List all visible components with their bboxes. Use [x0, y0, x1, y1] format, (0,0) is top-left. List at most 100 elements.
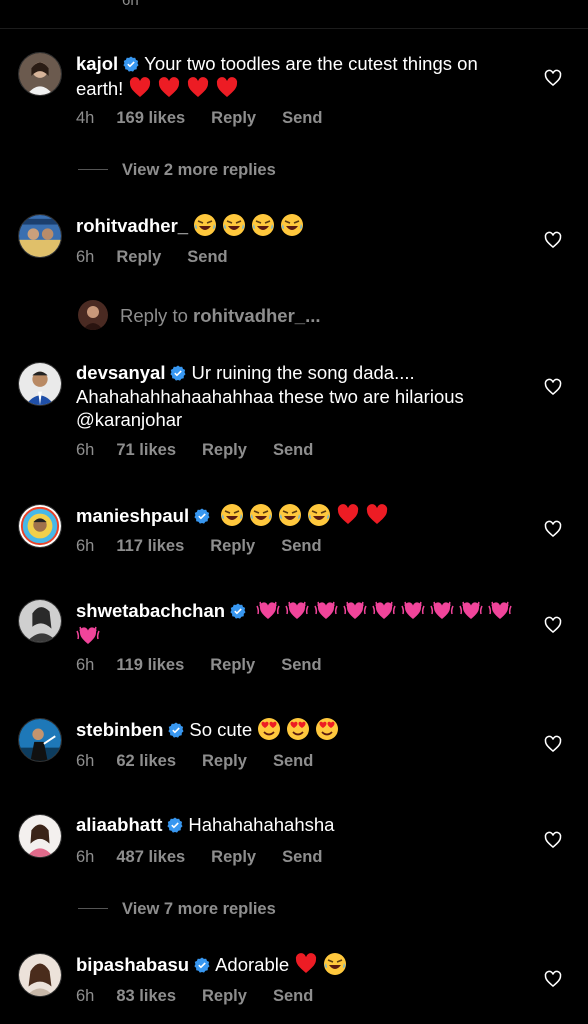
username[interactable]: stebinben: [76, 719, 163, 740]
send-button[interactable]: Send: [282, 848, 322, 866]
laughing-emoji-icon: [193, 213, 217, 237]
view-more-replies-button[interactable]: View 2 more replies: [78, 161, 276, 180]
comment-meta: 6h 117 likes Reply Send: [76, 537, 348, 556]
heart-emoji-icon: [336, 503, 360, 527]
comment-text: Hahahahahahsha: [188, 814, 335, 835]
username[interactable]: aliaabhatt: [76, 814, 162, 835]
growing-heart-emoji-icon: [488, 598, 512, 622]
send-button[interactable]: Send: [281, 537, 321, 555]
growing-heart-emoji-icon: [401, 598, 425, 622]
like-heart-icon[interactable]: [543, 519, 563, 539]
reply-button[interactable]: Reply: [202, 441, 247, 459]
growing-heart-emoji-icon: [343, 598, 367, 622]
comment-time: 6h: [76, 987, 95, 1005]
comment-body: bipashabasu Adorable: [76, 952, 526, 977]
likes-count[interactable]: 119 likes: [116, 656, 184, 674]
growing-heart-emoji-icon: [285, 598, 309, 622]
like-heart-icon[interactable]: [543, 734, 563, 754]
heart-emoji-icon: [128, 76, 152, 100]
send-button[interactable]: Send: [273, 441, 313, 459]
send-button[interactable]: Send: [282, 109, 322, 127]
comment-body: manieshpaul: [76, 503, 526, 528]
send-button[interactable]: Send: [273, 752, 313, 770]
comment-time: 6h: [76, 848, 95, 866]
avatar[interactable]: [18, 362, 62, 406]
username[interactable]: shwetabachchan: [76, 600, 225, 621]
comment-meta: 6h 71 likes Reply Send: [76, 441, 339, 460]
growing-heart-emoji-icon: [459, 598, 483, 622]
like-heart-icon[interactable]: [543, 68, 563, 88]
like-heart-icon[interactable]: [543, 969, 563, 989]
comment-time: 6h: [76, 537, 95, 555]
like-heart-icon[interactable]: [543, 230, 563, 250]
reply-button[interactable]: Reply: [210, 656, 255, 674]
growing-heart-emoji-icon: [256, 598, 280, 622]
laughing-emoji-icon: [323, 952, 347, 976]
growing-heart-emoji-icon: [76, 623, 100, 647]
verified-badge-icon: [168, 722, 184, 738]
like-heart-icon[interactable]: [543, 830, 563, 850]
heart-emoji-icon: [186, 76, 210, 100]
comment-meta: 6h 119 likes Reply Send: [76, 656, 348, 675]
comment-time: 6h: [76, 752, 95, 770]
verified-badge-icon: [194, 508, 210, 524]
username[interactable]: bipashabasu: [76, 954, 189, 975]
comment-meta: 6h 487 likes Reply Send: [76, 848, 348, 867]
likes-count[interactable]: 117 likes: [116, 537, 184, 555]
laughing-emoji-icon: [307, 503, 331, 527]
likes-count[interactable]: 169 likes: [116, 109, 185, 127]
previous-comment-time: 6h: [122, 0, 139, 9]
laughing-emoji-icon: [251, 213, 275, 237]
username[interactable]: devsanyal: [76, 362, 165, 383]
reply-button[interactable]: Reply: [202, 752, 247, 770]
comment-time: 6h: [76, 248, 95, 266]
verified-badge-icon: [194, 957, 210, 973]
username[interactable]: rohitvadher_: [76, 215, 188, 236]
reply-button[interactable]: Reply: [211, 109, 256, 127]
username[interactable]: manieshpaul: [76, 505, 189, 526]
reply-button[interactable]: Reply: [211, 848, 256, 866]
comment-body: kajol Your two toodles are the cutest thi…: [76, 52, 526, 100]
view-more-replies-button[interactable]: View 7 more replies: [78, 900, 276, 919]
growing-heart-emoji-icon: [430, 598, 454, 622]
heart-eyes-emoji-icon: [257, 717, 281, 741]
avatar[interactable]: [18, 504, 62, 548]
avatar[interactable]: [18, 214, 62, 258]
heart-emoji-icon: [365, 503, 389, 527]
likes-count[interactable]: 71 likes: [116, 441, 176, 459]
heart-emoji-icon: [215, 76, 239, 100]
username[interactable]: kajol: [76, 53, 118, 74]
avatar[interactable]: [18, 52, 62, 96]
comment-body: devsanyal Ur ruining the song dada.... Ah…: [76, 361, 526, 432]
heart-emoji-icon: [294, 952, 318, 976]
reply-to-prefix: Reply to: [120, 305, 188, 326]
verified-badge-icon: [167, 817, 183, 833]
laughing-emoji-icon: [220, 503, 244, 527]
avatar[interactable]: [18, 814, 62, 858]
send-button[interactable]: Send: [281, 656, 321, 674]
comment-body: aliaabhatt Hahahahahahsha: [76, 813, 526, 837]
like-heart-icon[interactable]: [543, 377, 563, 397]
top-divider: [0, 28, 588, 29]
comment-meta: 4h 169 likes Reply Send: [76, 109, 348, 128]
heart-emoji-icon: [157, 76, 181, 100]
like-heart-icon[interactable]: [543, 615, 563, 635]
comment-body: rohitvadher_: [76, 213, 526, 238]
growing-heart-emoji-icon: [372, 598, 396, 622]
send-button[interactable]: Send: [187, 248, 227, 266]
avatar[interactable]: [18, 953, 62, 997]
comment-text: So cute: [189, 719, 253, 740]
avatar[interactable]: [18, 718, 62, 762]
likes-count[interactable]: 487 likes: [116, 848, 185, 866]
reply-button[interactable]: Reply: [116, 248, 161, 266]
likes-count[interactable]: 62 likes: [116, 752, 176, 770]
avatar[interactable]: [18, 599, 62, 643]
comment-time: 6h: [76, 441, 95, 459]
verified-badge-icon: [123, 56, 139, 72]
likes-count[interactable]: 83 likes: [116, 987, 176, 1005]
reply-to-prompt[interactable]: Reply to rohitvadher_...: [78, 300, 321, 330]
reply-button[interactable]: Reply: [210, 537, 255, 555]
send-button[interactable]: Send: [273, 987, 313, 1005]
reply-button[interactable]: Reply: [202, 987, 247, 1005]
heart-eyes-emoji-icon: [315, 717, 339, 741]
